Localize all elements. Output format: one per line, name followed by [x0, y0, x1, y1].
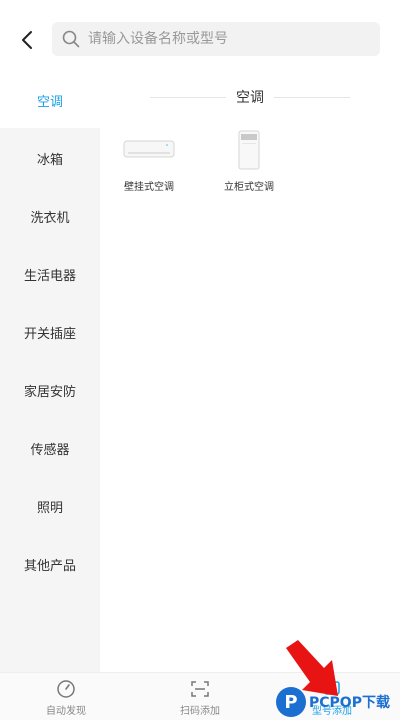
compass-icon: [57, 680, 75, 698]
sidebar-item-label: 开关插座: [23, 326, 76, 342]
search-box[interactable]: [52, 22, 380, 56]
header: [0, 0, 400, 80]
wall-aircon-image: [122, 124, 176, 176]
divider: [150, 96, 226, 98]
sidebar-item-label: 传感器: [30, 442, 70, 458]
sidebar-item-aircon[interactable]: 空调: [0, 72, 100, 128]
product-wall-aircon[interactable]: 壁挂式空调: [104, 124, 194, 204]
scan-icon: [191, 681, 209, 697]
sidebar-item-label: 家居安防: [23, 384, 76, 400]
search-icon: [60, 28, 82, 50]
tab-label: 自动发现: [46, 706, 86, 717]
tab-label: 扫码添加: [180, 706, 220, 717]
section-title: 空调: [150, 86, 350, 108]
sidebar-item-fridge[interactable]: 冰箱: [0, 130, 100, 186]
sidebar-item-washer[interactable]: 洗衣机: [0, 188, 100, 244]
sidebar-item-label: 洗衣机: [30, 210, 70, 226]
product-name: 立柜式空调: [224, 182, 274, 193]
sidebar-item-label: 其他产品: [23, 558, 76, 574]
tab-auto-discover[interactable]: 自动发现: [26, 679, 106, 719]
sidebar-item-appliances[interactable]: 生活电器: [0, 246, 100, 302]
sidebar-item-label: 照明: [36, 500, 63, 516]
watermark-logo: P: [276, 687, 306, 717]
watermark: P PCPOP下载: [276, 684, 400, 720]
sidebar-item-security[interactable]: 家居安防: [0, 362, 100, 418]
chevron-left-icon: [22, 31, 32, 49]
sidebar-item-lighting[interactable]: 照明: [0, 478, 100, 534]
product-name: 壁挂式空调: [124, 182, 174, 193]
search-input[interactable]: [88, 31, 368, 47]
back-button[interactable]: [14, 26, 40, 54]
product-floor-aircon[interactable]: 立柜式空调: [204, 124, 294, 204]
category-sidebar: 空调 冰箱 洗衣机 生活电器 开关插座 家居安防 传感器 照明 其他产品: [0, 72, 100, 672]
sidebar-item-label: 生活电器: [23, 268, 76, 284]
sidebar-item-label: 冰箱: [36, 152, 63, 168]
sidebar-item-other[interactable]: 其他产品: [0, 536, 100, 592]
tab-scan-add[interactable]: 扫码添加: [160, 679, 240, 719]
section-title-text: 空调: [236, 90, 264, 106]
floor-aircon-image: [234, 124, 264, 176]
sidebar-item-switches[interactable]: 开关插座: [0, 304, 100, 360]
sidebar-item-sensors[interactable]: 传感器: [0, 420, 100, 476]
watermark-text: PCPOP下载: [309, 695, 390, 711]
sidebar-item-label: 空调: [36, 94, 63, 110]
divider: [274, 96, 350, 98]
